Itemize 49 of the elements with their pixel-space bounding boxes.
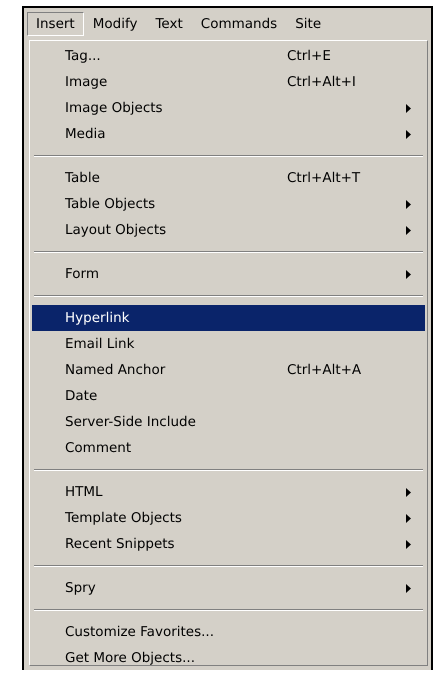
shortcut-label: Ctrl+Alt+T: [287, 170, 360, 186]
menu-item-label: Recent Snippets: [65, 536, 176, 552]
menu-item-label: Media: [65, 126, 107, 142]
menu-item[interactable]: Date: [32, 383, 425, 409]
menu-item[interactable]: Template Objects: [32, 505, 425, 531]
menu-item-label: Template Objects: [65, 510, 183, 526]
menu-item-label: Named Anchor: [65, 362, 166, 378]
shortcut-label: Ctrl+Alt+I: [287, 74, 356, 90]
menu-item[interactable]: Table Objects: [32, 191, 425, 217]
menu-item[interactable]: Table Ctrl+Alt+T: [32, 165, 425, 191]
menu-item-label: Table Objects: [65, 196, 156, 212]
menu-bar-item[interactable]: Commands: [192, 12, 286, 36]
menu-item[interactable]: Form: [32, 261, 425, 287]
menu-item-label: Comment: [65, 440, 132, 456]
menu-item-label: Image: [65, 74, 108, 90]
menu-item-label: Email Link: [65, 336, 136, 352]
menu-item-label: Get More Objects...: [65, 650, 196, 666]
menu-bar-item[interactable]: Site: [286, 12, 330, 36]
menu-item[interactable]: Image Objects: [32, 95, 425, 121]
menu-item[interactable]: Media: [32, 121, 425, 147]
menu-item[interactable]: Email Link: [32, 331, 425, 357]
menu-item-label: Spry: [65, 580, 97, 596]
menu-item-label: Tag...: [65, 48, 102, 64]
menu-item[interactable]: HTML: [32, 479, 425, 505]
menu-item[interactable]: Named Anchor Ctrl+Alt+A: [32, 357, 425, 383]
menu-item[interactable]: Recent Snippets: [32, 531, 425, 557]
menu-bar-item[interactable]: Text: [146, 12, 192, 36]
menu-item-label: Customize Favorites...: [65, 624, 216, 640]
shortcut-label: Ctrl+E: [287, 48, 331, 64]
menu-item[interactable]: Spry: [32, 575, 425, 601]
menu-item[interactable]: Tag... Ctrl+E: [32, 43, 425, 69]
menu-item-label: Table: [65, 170, 101, 186]
menu-item-label: Date: [65, 388, 98, 404]
menu-item[interactable]: Get More Objects...: [32, 645, 425, 671]
menu-item[interactable]: Layout Objects: [32, 217, 425, 243]
menu-item[interactable]: Customize Favorites...: [32, 619, 425, 645]
menu-bar-item[interactable]: Insert: [27, 12, 84, 36]
menu-item[interactable]: Image Ctrl+Alt+I: [32, 69, 425, 95]
menu-item-label: Form: [65, 266, 100, 282]
shortcut-label: Ctrl+Alt+A: [287, 362, 362, 378]
menu-item-label: Layout Objects: [65, 222, 168, 238]
menu-item[interactable]: Comment: [32, 435, 425, 461]
menu-bar-item[interactable]: Modify: [84, 12, 146, 36]
menu-item[interactable]: Server-Side Include: [32, 409, 425, 435]
menu-item-label: Hyperlink: [65, 310, 130, 326]
menu-item-label: HTML: [65, 484, 104, 500]
menu-item-label: Server-Side Include: [65, 414, 197, 430]
menu-item-label: Image Objects: [65, 100, 164, 116]
menu-item[interactable]: Hyperlink: [32, 305, 425, 331]
